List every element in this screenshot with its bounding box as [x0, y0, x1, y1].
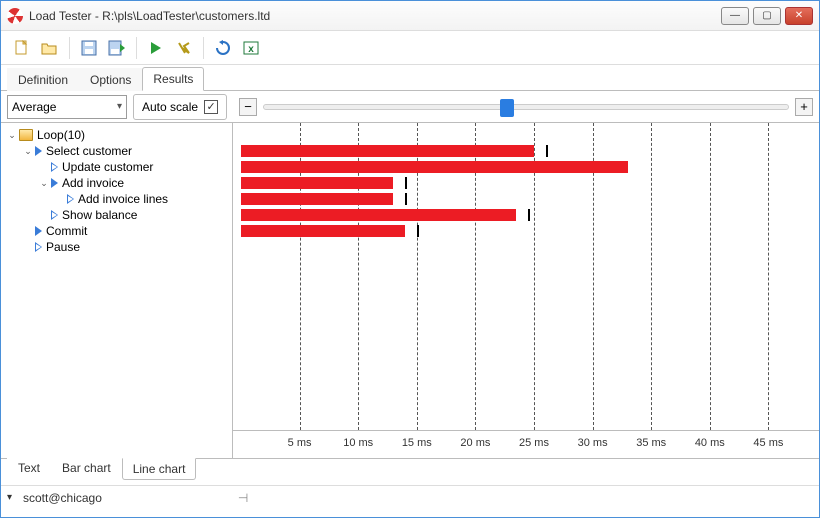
- bar-marker-balance: [528, 209, 530, 221]
- new-file-icon[interactable]: [11, 37, 33, 59]
- tabs-bottom: Text Bar chart Line chart: [1, 459, 819, 485]
- zoom-out-button[interactable]: −: [239, 98, 257, 116]
- pin-icon[interactable]: ⊣: [238, 491, 248, 505]
- x-tick-label: 5 ms: [288, 437, 312, 449]
- chart-canvas: [233, 123, 819, 430]
- open-file-icon[interactable]: [39, 37, 61, 59]
- export-excel-icon[interactable]: x: [240, 37, 262, 59]
- play-hollow-icon: [67, 194, 74, 204]
- bar-balance: [241, 209, 516, 221]
- x-tick-label: 40 ms: [695, 437, 725, 449]
- statusbar: ▾ scott@chicago ⊣: [1, 485, 819, 509]
- tree-item-select[interactable]: ⌄ Select customer: [1, 143, 232, 159]
- x-tick-label: 30 ms: [578, 437, 608, 449]
- content-row: ⌄ Loop(10) ⌄ Select customer Update customer…: [1, 123, 819, 459]
- run-icon[interactable]: [145, 37, 167, 59]
- bar-marker-commit: [417, 225, 419, 237]
- x-tick-label: 25 ms: [519, 437, 549, 449]
- x-tick-label: 35 ms: [636, 437, 666, 449]
- gridline: [768, 123, 769, 430]
- titlebar: Load Tester - R:\pls\LoadTester\customer…: [1, 1, 819, 31]
- bar-marker-addinvlines: [405, 193, 407, 205]
- folder-icon: [19, 129, 33, 141]
- expander-icon[interactable]: ⌄: [7, 130, 17, 141]
- minimize-button[interactable]: —: [721, 7, 749, 25]
- chart-area: 5 ms 10 ms 15 ms 20 ms 25 ms 30 ms 35 ms 40 ms 4…: [233, 123, 819, 458]
- tree-item-pause[interactable]: Pause: [1, 239, 232, 255]
- tab-line-chart[interactable]: Line chart: [122, 458, 197, 480]
- gridline: [710, 123, 711, 430]
- reset-icon[interactable]: [212, 37, 234, 59]
- tree-label: Add invoice: [62, 176, 124, 190]
- tree-label: Loop(10): [37, 128, 85, 142]
- abort-icon[interactable]: [173, 37, 195, 59]
- bar-addinvlines: [241, 193, 393, 205]
- save-icon[interactable]: [78, 37, 100, 59]
- tab-results[interactable]: Results: [142, 67, 204, 91]
- autoscale-checkbox[interactable]: ✓: [204, 100, 218, 114]
- gridline: [651, 123, 652, 430]
- toolbar-separator: [136, 37, 137, 59]
- x-tick-label: 45 ms: [753, 437, 783, 449]
- tree-label: Add invoice lines: [78, 192, 168, 206]
- bar-addinv: [241, 177, 393, 189]
- expander-icon[interactable]: ⌄: [23, 146, 33, 157]
- tree-item-addinv[interactable]: ⌄ Add invoice: [1, 175, 232, 191]
- autoscale-label: Auto scale: [142, 100, 198, 114]
- tab-options[interactable]: Options: [79, 68, 142, 91]
- chevron-down-icon: ▾: [117, 101, 122, 112]
- status-expander-icon[interactable]: ▾: [7, 492, 17, 503]
- controls-row: Average ▾ Auto scale ✓ − +: [1, 91, 819, 123]
- x-tick-label: 15 ms: [402, 437, 432, 449]
- zoom-slider: − +: [239, 98, 813, 116]
- maximize-button[interactable]: ▢: [753, 7, 781, 25]
- tree-item-commit[interactable]: Commit: [1, 223, 232, 239]
- toolbar: x: [1, 31, 819, 65]
- x-tick-label: 20 ms: [460, 437, 490, 449]
- play-hollow-icon: [51, 210, 58, 220]
- aggregate-value: Average: [12, 100, 56, 114]
- play-hollow-icon: [35, 242, 42, 252]
- tab-bar-chart[interactable]: Bar chart: [51, 458, 122, 479]
- tree-item-addinvlines[interactable]: Add invoice lines: [1, 191, 232, 207]
- play-hollow-icon: [51, 162, 58, 172]
- window-title: Load Tester - R:\pls\LoadTester\customer…: [29, 9, 721, 23]
- app-icon: [7, 8, 23, 24]
- toolbar-separator: [203, 37, 204, 59]
- x-axis: 5 ms 10 ms 15 ms 20 ms 25 ms 30 ms 35 ms 40 ms 4…: [233, 430, 819, 458]
- close-button[interactable]: ✕: [785, 7, 813, 25]
- save-run-icon[interactable]: [106, 37, 128, 59]
- autoscale-toggle[interactable]: Auto scale ✓: [133, 94, 227, 120]
- aggregate-select[interactable]: Average ▾: [7, 95, 127, 119]
- expander-icon[interactable]: ⌄: [39, 178, 49, 189]
- svg-text:x: x: [248, 44, 254, 55]
- tree-col: ⌄ Loop(10) ⌄ Select customer Update customer…: [1, 123, 233, 458]
- play-solid-icon: [35, 226, 42, 236]
- tree-label: Show balance: [62, 208, 137, 222]
- bar-update: [241, 161, 628, 173]
- zoom-thumb[interactable]: [500, 99, 514, 117]
- x-tick-label: 10 ms: [343, 437, 373, 449]
- tabs-top: Definition Options Results: [1, 65, 819, 91]
- play-solid-icon: [51, 178, 58, 188]
- play-solid-icon: [35, 146, 42, 156]
- bar-select: [241, 145, 534, 157]
- toolbar-separator: [69, 37, 70, 59]
- tree-item-update[interactable]: Update customer: [1, 159, 232, 175]
- tree-label: Commit: [46, 224, 87, 238]
- window-buttons: — ▢ ✕: [721, 7, 813, 25]
- zoom-track[interactable]: [263, 104, 789, 110]
- tree-label: Select customer: [46, 144, 132, 158]
- bar-marker-addinv: [405, 177, 407, 189]
- bar-marker-select: [546, 145, 548, 157]
- tree-item-loop[interactable]: ⌄ Loop(10): [1, 127, 232, 143]
- connection-label: scott@chicago: [23, 491, 102, 505]
- tree-item-balance[interactable]: Show balance: [1, 207, 232, 223]
- tree-label: Pause: [46, 240, 80, 254]
- tab-definition[interactable]: Definition: [7, 68, 79, 91]
- bar-commit: [241, 225, 405, 237]
- tab-text[interactable]: Text: [7, 458, 51, 479]
- zoom-in-button[interactable]: +: [795, 98, 813, 116]
- tree-label: Update customer: [62, 160, 153, 174]
